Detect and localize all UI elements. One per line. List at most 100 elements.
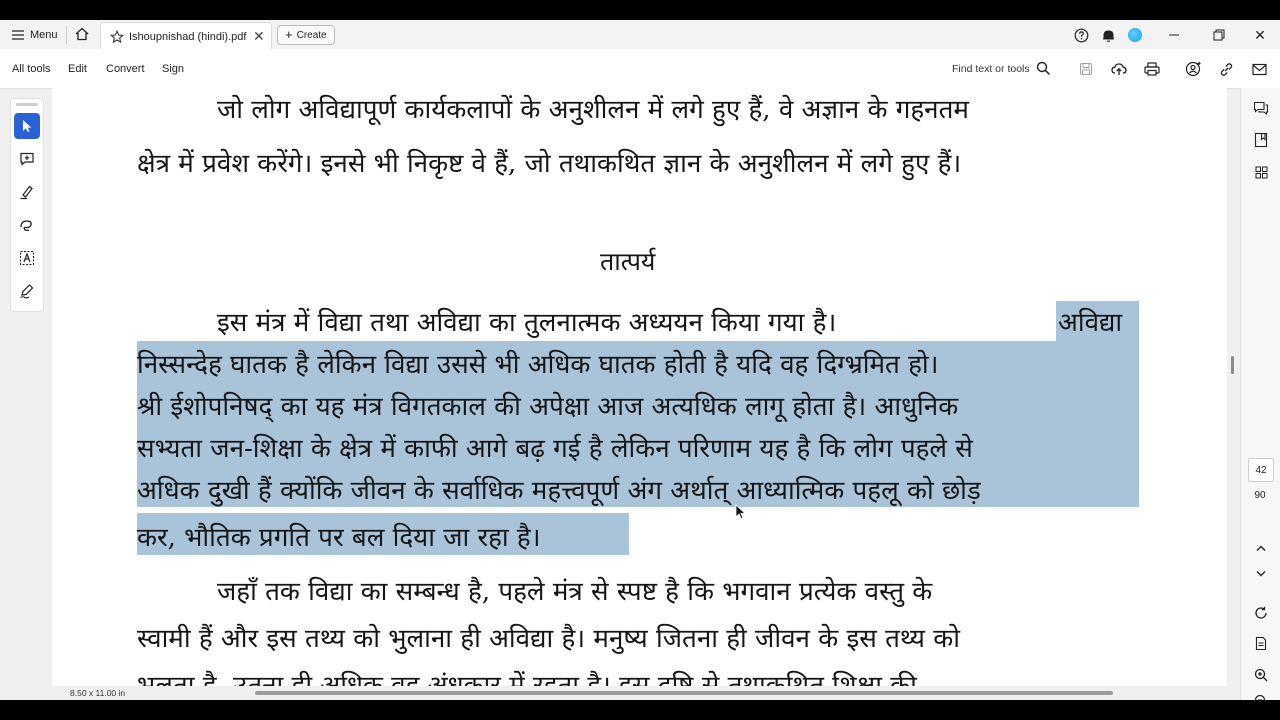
pdf-page[interactable]: जो लोग अविद्यापूर्ण कार्यकलापों के अनुशी…: [52, 88, 1227, 686]
acrobat-window: Menu Ishoupnishad (hindi).pdf ✕ + Create: [0, 20, 1280, 700]
star-icon[interactable]: [110, 30, 124, 44]
grid-icon: [1255, 166, 1267, 178]
create-button[interactable]: + Create: [277, 25, 335, 45]
minimize-icon: [1169, 34, 1179, 36]
restore-icon: [1213, 29, 1225, 41]
main-toolbar: All tools Edit Convert Sign Find text or…: [0, 49, 1280, 89]
notifications-button[interactable]: [1099, 26, 1117, 44]
vertical-scroll-thumb[interactable]: [1231, 356, 1234, 374]
para2-line1-text: इस मंत्र में विद्या तथा अविद्या का तुलना…: [217, 308, 837, 338]
print-button[interactable]: [1143, 60, 1161, 78]
para2-line1: इस मंत्र में विद्या तथा अविद्या का तुलना…: [217, 303, 836, 339]
cloud-upload-icon: [1111, 63, 1127, 75]
home-icon: [75, 27, 89, 41]
save-button[interactable]: [1077, 60, 1095, 78]
title-bar: Menu Ishoupnishad (hindi).pdf ✕ + Create: [0, 20, 1280, 51]
horizontal-scrollbar[interactable]: [52, 686, 1227, 700]
printer-icon: [1144, 62, 1160, 76]
refresh-icon: [1255, 606, 1267, 619]
para2-line1-highlighted: अविद्या: [1058, 308, 1123, 338]
upload-cloud-button[interactable]: [1110, 60, 1128, 78]
para1-line1: जो लोग अविद्यापूर्ण कार्यकलापों के अनुशी…: [217, 95, 969, 125]
close-tab-icon[interactable]: ✕: [253, 29, 265, 43]
zoom-out-button[interactable]: [1251, 691, 1271, 700]
hamburger-icon: [12, 30, 24, 40]
freehand-icon: [20, 220, 32, 232]
profile-button[interactable]: [1126, 26, 1144, 44]
previous-page-button[interactable]: [1251, 538, 1271, 558]
mail-icon: [1251, 63, 1267, 75]
para2-line2: निस्सन्देह घातक है लेकिन विद्या उससे भी …: [137, 350, 939, 380]
restore-button[interactable]: [1210, 26, 1228, 44]
link-icon: [1220, 62, 1232, 76]
select-tool[interactable]: [14, 113, 40, 139]
draw-tool[interactable]: [14, 212, 40, 238]
fill-and-sign-tool[interactable]: [14, 278, 40, 304]
copy-link-button[interactable]: [1217, 60, 1235, 78]
email-button[interactable]: [1250, 60, 1268, 78]
document-tab[interactable]: Ishoupnishad (hindi).pdf ✕: [100, 22, 272, 51]
text-box-tool[interactable]: [14, 245, 40, 271]
home-button[interactable]: [74, 26, 92, 44]
bell-icon: [1102, 29, 1114, 42]
section-heading: तात्पर्य: [600, 247, 656, 276]
add-user-icon: [1185, 61, 1201, 77]
add-comment-tool[interactable]: [14, 146, 40, 172]
para3-line2: स्वामी हैं और इस तथ्य को भुलाना ही अविद्…: [137, 624, 960, 654]
document-viewport[interactable]: जो लोग अविद्यापूर्ण कार्यकलापों के अनुशी…: [52, 88, 1227, 686]
current-page-input[interactable]: 42: [1248, 458, 1274, 482]
right-panel-rail: 42 90: [1240, 88, 1280, 700]
comments-icon: [1253, 101, 1269, 115]
thumbnails-panel-button[interactable]: [1251, 162, 1271, 182]
para2-line3: श्री ईशोपनिषद् का यह मंत्र विगतकाल की अप…: [137, 392, 959, 422]
zoom-out-icon: [1254, 694, 1266, 700]
para3-line1: जहाँ तक विद्या का सम्बन्ध है, पहले मंत्र…: [217, 577, 933, 607]
tab-title: Ishoupnishad (hindi).pdf: [129, 31, 247, 43]
window-close-button[interactable]: ✕: [1251, 26, 1269, 44]
sign-menu[interactable]: Sign: [162, 63, 184, 75]
chevron-up-icon: [1256, 545, 1266, 551]
page-size-label: 8.50 x 11.00 in: [70, 688, 126, 698]
bookmarks-panel-button[interactable]: [1251, 130, 1271, 150]
document-icon: [1255, 636, 1267, 650]
para2-line6: कर, भौतिक प्रगति पर बल दिया जा रहा है।: [137, 523, 541, 553]
vertical-scrollbar[interactable]: [1228, 88, 1237, 686]
comment-plus-icon: [20, 152, 34, 166]
rail-drag-handle[interactable]: [16, 103, 38, 106]
para3-line3: भूलता है, उतना ही अधिक वह अंधकार में रहत…: [137, 671, 917, 686]
pen-sign-icon: [20, 284, 34, 299]
page-view-button[interactable]: [1251, 633, 1271, 653]
horizontal-scroll-thumb[interactable]: [255, 691, 1113, 695]
share-user-button[interactable]: [1184, 60, 1202, 78]
text-box-icon: [19, 250, 35, 266]
quick-tools-rail: [10, 98, 44, 312]
edit-menu[interactable]: Edit: [68, 63, 87, 75]
zoom-in-icon: [1254, 668, 1268, 682]
menu-button[interactable]: Menu: [12, 26, 58, 44]
rotate-button[interactable]: [1251, 603, 1271, 623]
all-tools-menu[interactable]: All tools: [12, 63, 51, 75]
zoom-in-button[interactable]: [1251, 665, 1271, 685]
search-icon[interactable]: [1036, 61, 1051, 76]
total-pages: 90: [1254, 490, 1266, 501]
bookmark-icon: [1254, 132, 1268, 148]
find-text-or-tools[interactable]: Find text or tools: [952, 63, 1030, 75]
para2-line4: सभ्यता जन-शिक्षा के क्षेत्र में काफी आगे…: [137, 434, 973, 464]
next-page-button[interactable]: [1251, 564, 1271, 584]
convert-menu[interactable]: Convert: [106, 63, 145, 75]
plus-icon: +: [285, 27, 293, 42]
cursor-arrow-icon: [23, 120, 32, 132]
chevron-down-icon: [1256, 571, 1266, 577]
avatar: [1128, 28, 1142, 42]
create-label: Create: [296, 29, 327, 41]
save-icon: [1080, 63, 1092, 75]
menu-label: Menu: [30, 29, 58, 41]
comments-panel-button[interactable]: [1251, 98, 1271, 118]
mouse-pointer-icon: [735, 504, 747, 520]
para1-line2: क्षेत्र में प्रवेश करेंगे। इनसे भी निकृष…: [137, 149, 962, 179]
help-button[interactable]: [1072, 26, 1090, 44]
para2-line5: अधिक दुखी हैं क्योंकि जीवन के सर्वाधिक म…: [137, 476, 981, 506]
help-icon: [1074, 28, 1088, 42]
highlight-tool[interactable]: [14, 179, 40, 205]
minimize-button[interactable]: [1165, 26, 1183, 44]
